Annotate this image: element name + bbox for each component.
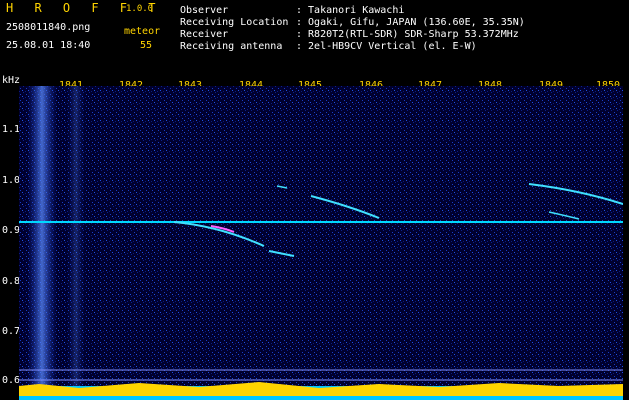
location-label: Receiving Location bbox=[180, 17, 289, 28]
meteor-count: 55 bbox=[140, 40, 153, 51]
antenna-value: : 2el-HB9CV Vertical (el. E-W) bbox=[296, 41, 477, 52]
freq-tick: 0.9 bbox=[2, 225, 21, 236]
freq-tick: 0.8 bbox=[2, 276, 21, 287]
receiver-value: : R820T2(RTL-SDR) SDR-Sharp 53.372MHz bbox=[296, 29, 519, 40]
spectrogram-background bbox=[19, 86, 623, 400]
location-value: : Ogaki, Gifu, JAPAN (136.60E, 35.35N) bbox=[296, 17, 525, 28]
freq-unit-label: kHz bbox=[2, 75, 21, 86]
filename: 2508011840.png bbox=[6, 22, 91, 33]
meteor-label: meteor bbox=[124, 26, 161, 37]
interference-band bbox=[67, 86, 85, 400]
app-version: 1.0.0 bbox=[126, 4, 154, 14]
freq-tick: 1.1 bbox=[2, 124, 21, 135]
antenna-label: Receiving antenna bbox=[180, 41, 283, 52]
observer-value: : Takanori Kawachi bbox=[296, 5, 405, 16]
interference-band bbox=[27, 86, 57, 400]
receiver-label: Receiver bbox=[180, 29, 229, 40]
datetime: 25.08.01 18:40 bbox=[6, 40, 91, 51]
freq-tick: 0.6 bbox=[2, 375, 21, 386]
spectrogram bbox=[19, 86, 623, 400]
freq-tick: 0.7 bbox=[2, 326, 21, 337]
observer-label: Observer bbox=[180, 5, 229, 16]
freq-tick: 1.0 bbox=[2, 175, 21, 186]
